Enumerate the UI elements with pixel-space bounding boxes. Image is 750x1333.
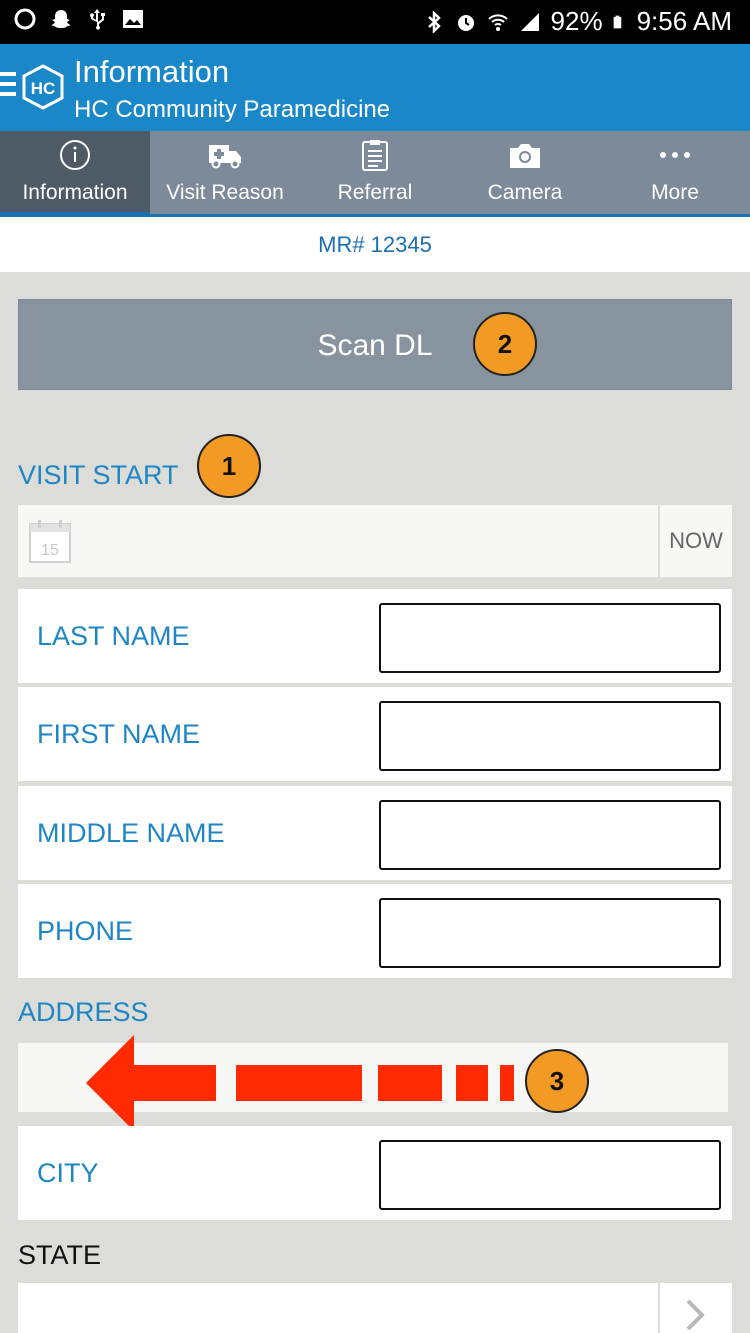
status-bar: 92% 9:56 AM — [0, 0, 750, 44]
first-name-field[interactable] — [379, 701, 721, 771]
annotation-badge-2: 2 — [473, 312, 537, 376]
tab-label: More — [651, 181, 699, 204]
tab-visit-reason[interactable]: Visit Reason — [150, 131, 300, 217]
tab-label: Information — [22, 181, 128, 204]
visit-start-label: VISIT START — [18, 460, 179, 490]
wifi-icon — [487, 13, 508, 31]
hamburger-menu-icon[interactable] — [0, 72, 16, 102]
visit-start-row[interactable]: 15 NOW — [18, 505, 732, 577]
tab-more[interactable]: More — [600, 131, 750, 217]
first-name-row: FIRST NAME — [18, 687, 732, 781]
last-name-row: LAST NAME — [18, 589, 732, 683]
battery-percent: 92% — [550, 6, 603, 36]
tab-label: Camera — [487, 181, 563, 204]
left-arrow-icon — [86, 1035, 514, 1131]
tab-label: Referral — [337, 181, 413, 204]
address-label: ADDRESS — [18, 997, 149, 1027]
last-name-label: LAST NAME — [37, 621, 190, 651]
signal-icon — [520, 12, 539, 31]
now-button[interactable]: NOW — [658, 505, 732, 577]
phone-label: PHONE — [37, 916, 134, 946]
image-icon — [123, 10, 143, 28]
last-name-field[interactable] — [379, 603, 721, 673]
tab-bar: Information Visit Reason Referral Camera… — [0, 131, 750, 217]
mr-number: MR# 12345 — [0, 217, 750, 272]
annotation-badge-1: 1 — [197, 434, 261, 498]
snapchat-icon — [51, 10, 71, 28]
phone-field[interactable] — [379, 898, 721, 968]
middle-name-row: MIDDLE NAME — [18, 786, 732, 880]
city-label: CITY — [37, 1158, 99, 1188]
middle-name-field[interactable] — [379, 800, 721, 870]
clock: 9:56 AM — [636, 6, 732, 36]
page-subtitle: HC Community Paramedicine — [74, 96, 391, 123]
calendar-icon[interactable]: 15 — [28, 518, 72, 564]
usb-icon — [90, 9, 105, 30]
phone-row: PHONE — [18, 884, 732, 978]
hc-logo-icon: HC — [22, 64, 64, 110]
bluetooth-icon — [427, 10, 441, 33]
first-name-label: FIRST NAME — [37, 719, 201, 749]
state-select[interactable] — [18, 1283, 732, 1333]
more-icon — [660, 152, 690, 158]
camera-icon — [510, 144, 540, 168]
city-row: CITY — [18, 1126, 732, 1220]
scan-dl-button[interactable]: Scan DL — [18, 299, 732, 390]
clipboard-icon — [362, 140, 388, 171]
info-icon — [60, 140, 90, 170]
chevron-right-icon[interactable] — [658, 1283, 732, 1333]
circle-icon — [14, 8, 36, 30]
annotation-badge-3: 3 — [525, 1049, 589, 1113]
tab-label: Visit Reason — [166, 181, 284, 204]
tab-referral[interactable]: Referral — [300, 131, 450, 217]
tab-camera[interactable]: Camera — [450, 131, 600, 217]
alarm-icon — [457, 14, 474, 31]
page-title: Information — [74, 54, 230, 89]
tab-information[interactable]: Information — [0, 131, 150, 217]
city-field[interactable] — [379, 1140, 721, 1210]
middle-name-label: MIDDLE NAME — [37, 818, 225, 848]
calendar-day: 15 — [41, 542, 59, 559]
logo-text: HC — [31, 79, 56, 98]
ambulance-icon — [209, 145, 241, 169]
app-bar: HC Information HC Community Paramedicine — [0, 44, 750, 131]
battery-icon — [613, 15, 621, 28]
state-label: STATE — [18, 1240, 102, 1270]
